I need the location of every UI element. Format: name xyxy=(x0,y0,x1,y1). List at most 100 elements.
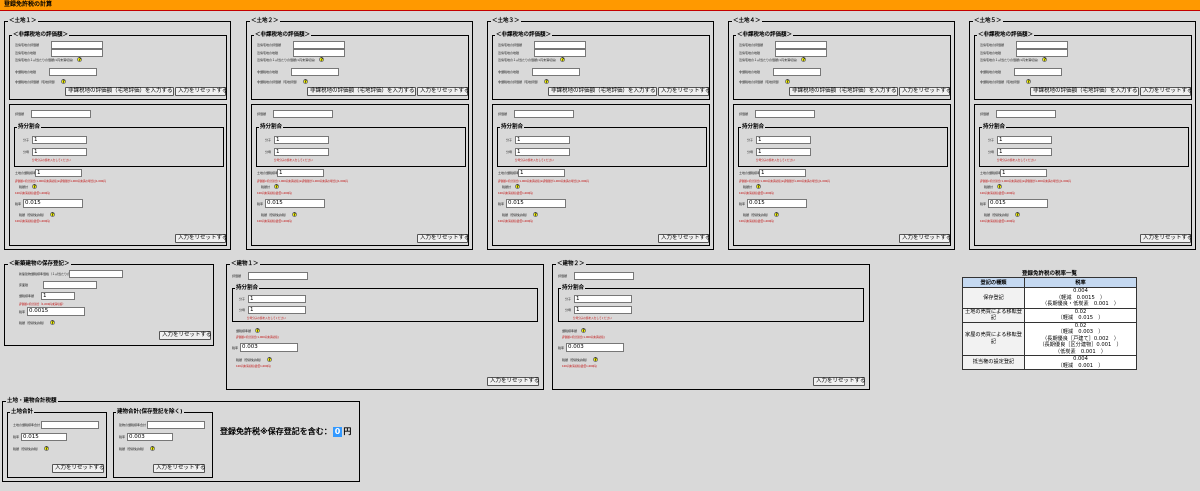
help-icon[interactable]: ? xyxy=(756,184,762,189)
reset-button[interactable]: 入力をリセットする xyxy=(658,234,711,243)
nearby-area-input[interactable] xyxy=(1016,49,1068,57)
base-input[interactable]: 1 xyxy=(518,169,565,177)
valuation-input[interactable] xyxy=(996,110,1056,118)
help-icon[interactable]: ? xyxy=(1015,212,1021,217)
base-input[interactable]: 1 xyxy=(1000,169,1047,177)
help-icon[interactable]: ? xyxy=(1026,79,1032,84)
help-icon[interactable]: ? xyxy=(274,184,280,189)
nearby-valuation-input[interactable] xyxy=(51,41,103,49)
nearby-area-input[interactable] xyxy=(51,49,103,57)
reset-button[interactable]: 入力をリセットする xyxy=(153,464,206,473)
help-icon[interactable]: ? xyxy=(319,57,325,62)
help-icon[interactable]: ? xyxy=(560,57,566,62)
nearby-valuation-input[interactable] xyxy=(293,41,345,49)
help-icon[interactable]: ? xyxy=(581,328,587,333)
help-icon[interactable]: ? xyxy=(267,357,273,362)
valuation-input[interactable] xyxy=(273,110,333,118)
reset-button[interactable]: 入力をリセットする xyxy=(813,377,866,386)
reset-button[interactable]: 入力をリセットする xyxy=(1140,234,1193,243)
nontax-area-input[interactable] xyxy=(291,68,339,76)
numerator-input[interactable]: 1 xyxy=(32,136,87,144)
nearby-valuation-input[interactable] xyxy=(775,41,827,49)
help-icon[interactable]: ? xyxy=(50,320,56,325)
rate-input[interactable]: 0.015 xyxy=(988,199,1049,208)
reset-button[interactable]: 入力をリセットする xyxy=(417,234,470,243)
nearby-area-input[interactable] xyxy=(775,49,827,57)
nearby-valuation-input[interactable] xyxy=(1016,41,1068,49)
base-input[interactable]: 1 xyxy=(759,169,806,177)
help-icon[interactable]: ? xyxy=(593,357,599,362)
reset-button[interactable]: 入力をリセットする xyxy=(899,87,952,96)
help-icon[interactable]: ? xyxy=(292,212,298,217)
help-icon[interactable]: ? xyxy=(544,79,550,84)
nearby-area-input[interactable] xyxy=(293,49,345,57)
nontax-area-input[interactable] xyxy=(773,68,821,76)
base-input[interactable]: 1 xyxy=(277,169,324,177)
help-icon[interactable]: ? xyxy=(61,79,67,84)
apply-nontax-valuation-button[interactable]: 非課税地の評価額（宅地評価）を入力する xyxy=(307,87,416,96)
denominator-input[interactable]: 1 xyxy=(756,148,811,156)
denominator-input[interactable]: 1 xyxy=(997,148,1052,156)
numerator-input[interactable]: 1 xyxy=(997,136,1052,144)
rate-input[interactable]: 0.015 xyxy=(506,199,567,208)
apply-nontax-valuation-button[interactable]: 非課税地の評価額（宅地評価）を入力する xyxy=(548,87,657,96)
help-icon[interactable]: ? xyxy=(44,446,50,451)
land-base-total-input[interactable] xyxy=(41,421,99,429)
help-icon[interactable]: ? xyxy=(1042,57,1048,62)
reset-button[interactable]: 入力をリセットする xyxy=(417,87,470,96)
building-rate-input[interactable]: 0.003 xyxy=(127,433,174,441)
valuation-input[interactable] xyxy=(755,110,815,118)
valuation-input[interactable] xyxy=(574,272,634,280)
land-rate-input[interactable]: 0.015 xyxy=(21,433,68,441)
numerator-input[interactable]: 1 xyxy=(515,136,570,144)
building-base-total-input[interactable] xyxy=(147,421,205,429)
denominator-input[interactable]: 1 xyxy=(274,148,329,156)
help-icon[interactable]: ? xyxy=(801,57,807,62)
help-icon[interactable]: ? xyxy=(303,79,309,84)
nontax-area-input[interactable] xyxy=(532,68,580,76)
base-input[interactable]: 1 xyxy=(35,169,82,177)
valuation-input[interactable] xyxy=(31,110,91,118)
help-icon[interactable]: ? xyxy=(774,212,780,217)
valuation-input[interactable] xyxy=(248,272,308,280)
reset-button[interactable]: 入力をリセットする xyxy=(175,234,228,243)
reset-button[interactable]: 入力をリセットする xyxy=(159,331,212,340)
help-icon[interactable]: ? xyxy=(32,184,38,189)
rate-input[interactable]: 0.003 xyxy=(240,343,299,352)
rate-input[interactable]: 0.015 xyxy=(265,199,326,208)
numerator-input[interactable]: 1 xyxy=(756,136,811,144)
help-icon[interactable]: ? xyxy=(77,57,83,62)
nearby-valuation-input[interactable] xyxy=(534,41,586,49)
nontax-area-input[interactable] xyxy=(49,68,97,76)
base-amount-input[interactable]: 1 xyxy=(41,292,75,300)
help-icon[interactable]: ? xyxy=(515,184,521,189)
apply-nontax-valuation-button[interactable]: 非課税地の評価額（宅地評価）を入力する xyxy=(65,87,174,96)
denominator-input[interactable]: 1 xyxy=(515,148,570,156)
denominator-input[interactable]: 1 xyxy=(248,306,306,314)
nontax-area-input[interactable] xyxy=(1014,68,1062,76)
help-icon[interactable]: ? xyxy=(50,212,56,217)
help-icon[interactable]: ? xyxy=(150,446,156,451)
numerator-input[interactable]: 1 xyxy=(574,295,632,303)
help-icon[interactable]: ? xyxy=(533,212,539,217)
reset-button[interactable]: 入力をリセットする xyxy=(658,87,711,96)
reset-button[interactable]: 入力をリセットする xyxy=(1140,87,1193,96)
rate-input[interactable]: 0.015 xyxy=(23,199,84,208)
reset-button[interactable]: 入力をリセットする xyxy=(899,234,952,243)
rate-input[interactable]: 0.0015 xyxy=(27,307,86,316)
apply-nontax-valuation-button[interactable]: 非課税地の評価額（宅地評価）を入力する xyxy=(1030,87,1139,96)
reset-button[interactable]: 入力をリセットする xyxy=(175,87,228,96)
valuation-input[interactable] xyxy=(514,110,574,118)
help-icon[interactable]: ? xyxy=(255,328,261,333)
reset-button[interactable]: 入力をリセットする xyxy=(52,464,105,473)
rate-input[interactable]: 0.003 xyxy=(566,343,625,352)
denominator-input[interactable]: 1 xyxy=(32,148,87,156)
floor-area-input[interactable] xyxy=(43,281,97,289)
nearby-area-input[interactable] xyxy=(534,49,586,57)
help-icon[interactable]: ? xyxy=(997,184,1003,189)
rate-input[interactable]: 0.015 xyxy=(747,199,808,208)
apply-nontax-valuation-button[interactable]: 非課税地の評価額（宅地評価）を入力する xyxy=(789,87,898,96)
reset-button[interactable]: 入力をリセットする xyxy=(487,377,540,386)
unit-price-input[interactable] xyxy=(69,270,123,278)
numerator-input[interactable]: 1 xyxy=(248,295,306,303)
